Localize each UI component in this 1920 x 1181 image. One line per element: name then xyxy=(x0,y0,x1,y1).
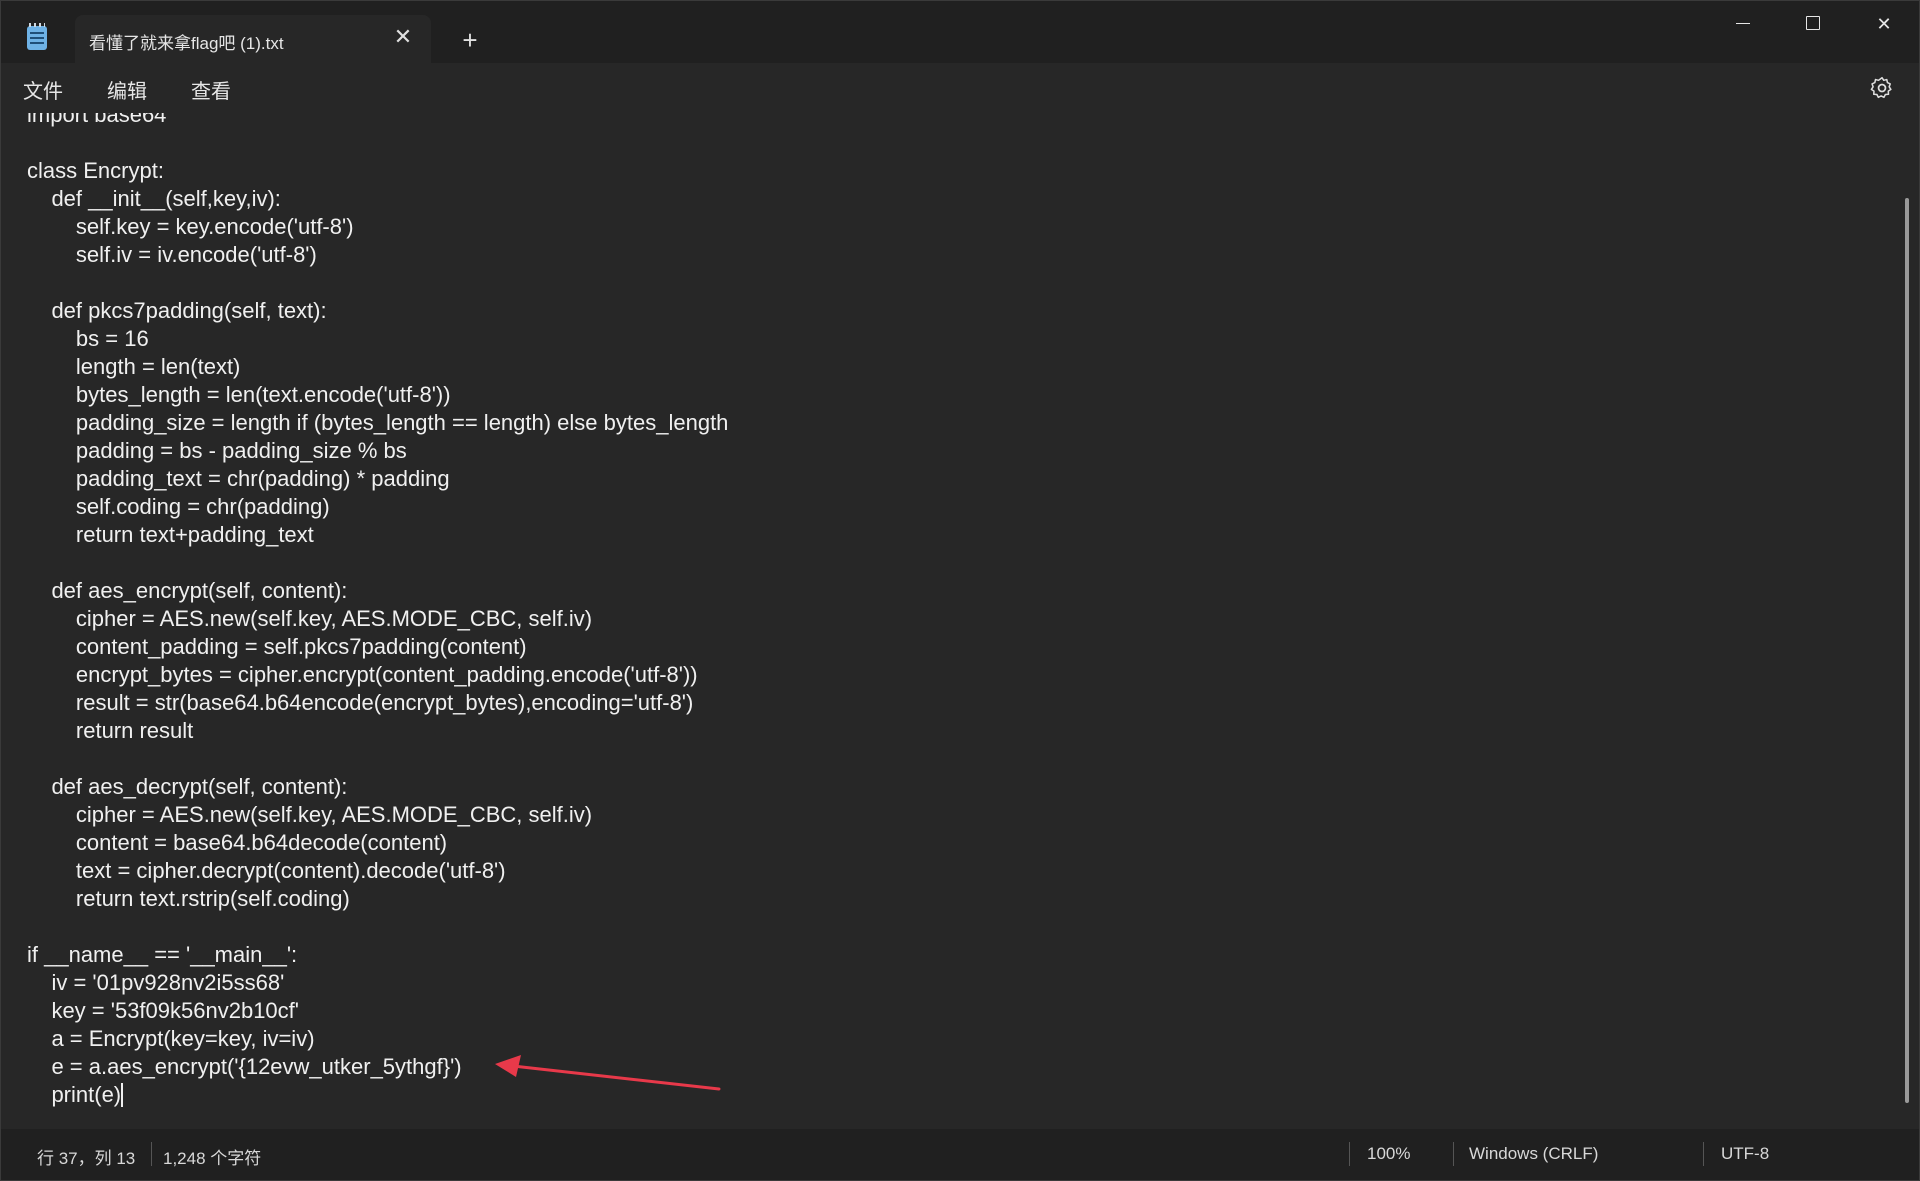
status-divider xyxy=(151,1142,152,1166)
minimize-button[interactable] xyxy=(1707,1,1777,47)
menu-view[interactable]: 查看 xyxy=(191,75,231,104)
status-divider xyxy=(1453,1142,1454,1166)
code-line: if __name__ == '__main__': xyxy=(27,942,298,967)
status-divider xyxy=(1703,1142,1704,1166)
code-line: padding_text = chr(padding) * padding xyxy=(27,466,450,491)
text-encoding[interactable]: UTF-8 xyxy=(1721,1144,1769,1164)
maximize-button[interactable] xyxy=(1777,1,1847,47)
code-line: self.iv = iv.encode('utf-8') xyxy=(27,242,317,267)
code-line: return text.rstrip(self.coding) xyxy=(27,886,350,911)
code-line: def pkcs7padding(self, text): xyxy=(27,298,327,323)
menu-file[interactable]: 文件 xyxy=(23,75,63,104)
code-text[interactable]: import base64 class Encrypt: def __init__… xyxy=(27,113,728,1109)
code-line: return result xyxy=(27,718,194,743)
code-line: encrypt_bytes = cipher.encrypt(content_p… xyxy=(27,662,698,687)
code-line: import base64 xyxy=(27,113,167,127)
code-line: cipher = AES.new(self.key, AES.MODE_CBC,… xyxy=(27,606,593,631)
code-line: padding = bs - padding_size % bs xyxy=(27,438,407,463)
code-line: def __init__(self,key,iv): xyxy=(27,186,281,211)
tab-active-file[interactable]: 看懂了就来拿flag吧 (1).txt ✕ xyxy=(75,15,431,63)
code-line: def aes_decrypt(self, content): xyxy=(27,774,348,799)
code-line: return text+padding_text xyxy=(27,522,314,547)
code-line: iv = '01pv928nv2i5ss68' xyxy=(27,970,285,995)
code-line: padding_size = length if (bytes_length =… xyxy=(27,410,729,435)
close-tab-icon[interactable]: ✕ xyxy=(389,23,417,51)
code-line-last-text: print(e) xyxy=(27,1082,122,1107)
menu-edit[interactable]: 编辑 xyxy=(107,75,147,104)
notepad-window: 看懂了就来拿flag吧 (1).txt ✕ + ✕ 文件 编辑 查看 impor… xyxy=(0,0,1920,1181)
zoom-level[interactable]: 100% xyxy=(1367,1144,1410,1164)
line-ending[interactable]: Windows (CRLF) xyxy=(1469,1144,1598,1164)
code-line: self.coding = chr(padding) xyxy=(27,494,330,519)
tab-title: 看懂了就来拿flag吧 (1).txt xyxy=(89,34,284,53)
settings-gear-icon[interactable] xyxy=(1869,75,1895,101)
code-line: self.key = key.encode('utf-8') xyxy=(27,214,354,239)
title-bar: 看懂了就来拿flag吧 (1).txt ✕ + ✕ xyxy=(1,1,1919,63)
new-tab-button[interactable]: + xyxy=(453,23,487,57)
code-line: def aes_encrypt(self, content): xyxy=(27,578,348,603)
code-line: key = '53f09k56nv2b10cf' xyxy=(27,998,299,1023)
character-count: 1,248 个字符 xyxy=(163,1149,262,1168)
red-annotation-arrow-icon xyxy=(495,1055,721,1091)
status-divider xyxy=(1349,1142,1350,1166)
code-line: bs = 16 xyxy=(27,326,149,351)
notepad-app-icon xyxy=(27,23,47,50)
status-bar: 行 37，列 13 1,248 个字符 100% Windows (CRLF) … xyxy=(1,1129,1919,1180)
menu-bar: 文件 编辑 查看 xyxy=(1,63,1919,113)
code-line: bytes_length = len(text.encode('utf-8')) xyxy=(27,382,451,407)
cursor-position: 行 37，列 13 xyxy=(37,1149,136,1168)
code-line: content_padding = self.pkcs7padding(cont… xyxy=(27,634,527,659)
code-line: a = Encrypt(key=key, iv=iv) xyxy=(27,1026,315,1051)
text-cursor xyxy=(121,1083,123,1107)
code-line: length = len(text) xyxy=(27,354,241,379)
close-window-button[interactable]: ✕ xyxy=(1849,1,1919,47)
code-line: cipher = AES.new(self.key, AES.MODE_CBC,… xyxy=(27,802,593,827)
text-editor-area[interactable]: import base64 class Encrypt: def __init__… xyxy=(1,113,1919,1131)
vertical-scrollbar[interactable] xyxy=(1905,198,1909,1103)
code-line: content = base64.b64decode(content) xyxy=(27,830,448,855)
code-line: text = cipher.decrypt(content).decode('u… xyxy=(27,858,506,883)
code-line: class Encrypt: xyxy=(27,158,164,183)
code-line: result = str(base64.b64encode(encrypt_by… xyxy=(27,690,694,715)
